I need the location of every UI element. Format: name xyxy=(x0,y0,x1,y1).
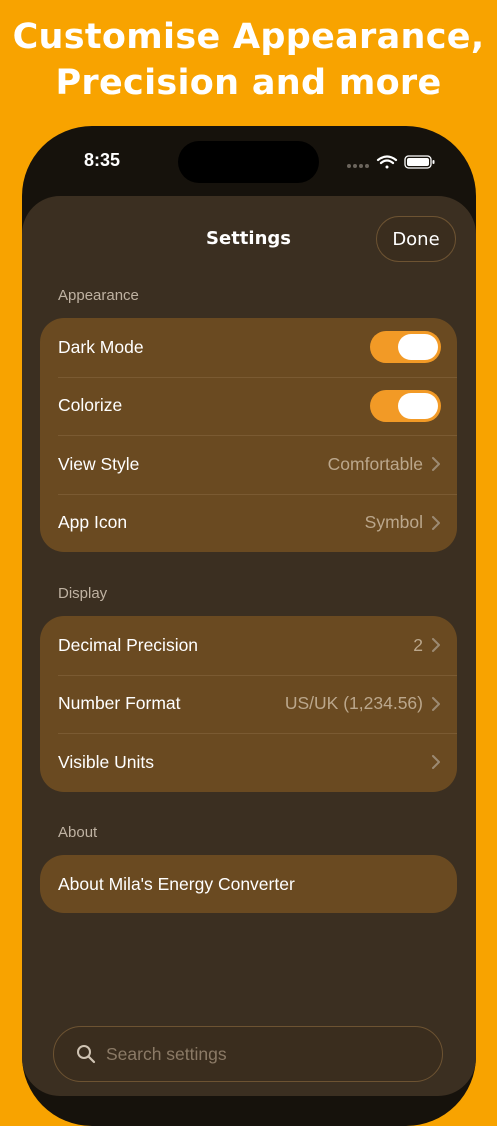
view-style-row[interactable]: View Style Comfortable xyxy=(40,435,457,494)
number-format-label: Number Format xyxy=(58,693,181,714)
chevron-right-icon xyxy=(432,515,440,530)
colorize-row: Colorize xyxy=(40,376,457,436)
visible-units-row[interactable]: Visible Units xyxy=(40,733,457,792)
status-time: 8:35 xyxy=(84,150,121,170)
view-style-value: Comfortable xyxy=(327,453,423,474)
decimal-precision-value: 2 xyxy=(413,634,423,655)
colorize-label: Colorize xyxy=(58,395,123,416)
dark-mode-row: Dark Mode xyxy=(40,318,457,377)
search-input[interactable]: Search settings xyxy=(53,1026,443,1082)
display-group: Decimal Precision 2 Number Format US/UK … xyxy=(40,616,457,792)
about-app-row[interactable]: About Mila's Energy Converter xyxy=(40,855,457,913)
chevron-right-icon xyxy=(432,696,440,711)
decimal-precision-label: Decimal Precision xyxy=(58,634,199,655)
signal-icon xyxy=(347,164,369,168)
number-format-value: US/UK (1,234.56) xyxy=(284,693,423,714)
search-placeholder: Search settings xyxy=(106,1043,227,1064)
section-header-appearance: Appearance xyxy=(58,287,139,304)
number-format-row[interactable]: Number Format US/UK (1,234.56) xyxy=(40,674,457,734)
decimal-precision-row[interactable]: Decimal Precision 2 xyxy=(40,616,457,675)
section-header-about: About xyxy=(58,824,98,841)
battery-icon xyxy=(404,155,435,169)
status-icons xyxy=(347,155,435,169)
appearance-group: Dark Mode Colorize View Style Comfortabl… xyxy=(40,318,457,552)
wifi-icon xyxy=(376,155,398,169)
dynamic-island xyxy=(178,141,319,183)
chevron-right-icon xyxy=(432,755,440,770)
section-header-display: Display xyxy=(58,585,108,602)
chevron-right-icon xyxy=(432,638,440,653)
app-icon-row[interactable]: App Icon Symbol xyxy=(40,493,457,553)
view-style-label: View Style xyxy=(58,453,140,474)
toggle-knob xyxy=(398,334,438,361)
promo-headline-line2: Precision and more xyxy=(55,63,442,103)
dark-mode-toggle[interactable] xyxy=(370,331,441,364)
dark-mode-label: Dark Mode xyxy=(58,336,144,357)
promo-headline-line1: Customise Appearance, xyxy=(12,17,485,57)
visible-units-label: Visible Units xyxy=(58,751,154,772)
promo-headline: Customise Appearance, Precision and more xyxy=(0,14,497,106)
about-app-label: About Mila's Energy Converter xyxy=(58,873,295,894)
search-icon xyxy=(77,1045,96,1064)
chevron-right-icon xyxy=(432,457,440,472)
done-button[interactable]: Done xyxy=(376,216,456,262)
about-group: About Mila's Energy Converter xyxy=(40,855,457,913)
toggle-knob xyxy=(398,392,438,419)
colorize-toggle[interactable] xyxy=(370,389,441,422)
app-icon-label: App Icon xyxy=(58,512,128,533)
app-icon-value: Symbol xyxy=(364,512,423,533)
